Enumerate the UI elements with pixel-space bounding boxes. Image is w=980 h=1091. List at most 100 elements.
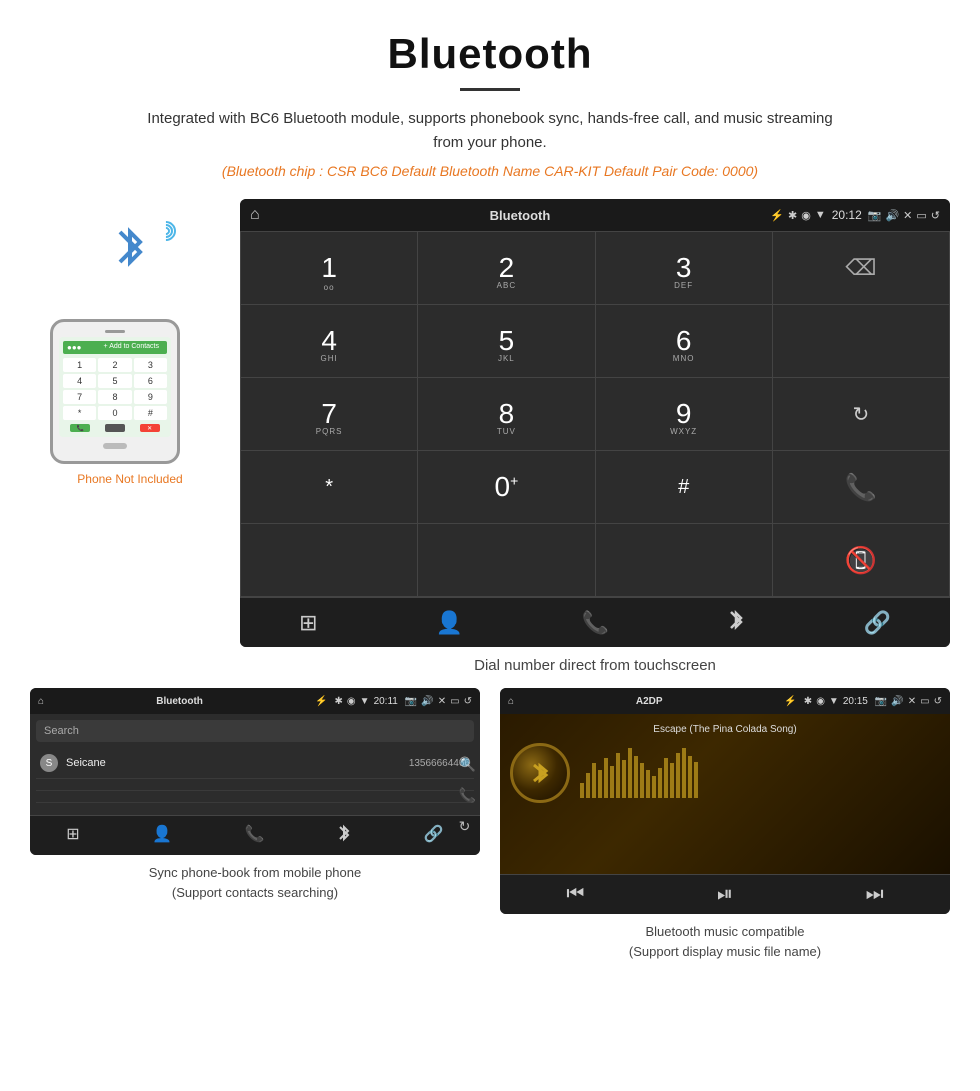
key-star[interactable]: * — [241, 451, 417, 523]
phonebook-caption: Sync phone-book from mobile phone (Suppo… — [149, 863, 361, 902]
phonebook-screen: ⌂ Bluetooth ⚡ ✱ ◉ ▼ 20:11 📷 🔊 ✕ ▭ ↺ Sear… — [30, 688, 480, 855]
pb-cam-icon[interactable]: 📷 — [405, 696, 417, 707]
phone-key-5: 5 — [98, 374, 131, 388]
pb-home-icon[interactable]: ⌂ — [38, 696, 44, 707]
pb-back-icon[interactable]: ↺ — [464, 696, 472, 707]
key-8[interactable]: 8 TUV — [418, 378, 594, 450]
toolbar-person-icon[interactable]: 👤 — [436, 610, 463, 636]
pb-toolbar-link[interactable]: 🔗 — [424, 824, 444, 847]
keypad-area: 1 oo 2 ABC 3 DEF ⌫ 4 GHI — [240, 231, 950, 597]
call-red-icon: 📵 — [845, 545, 877, 576]
music-toolbar: ⏮ ⏯ ⏭ — [500, 874, 950, 914]
phone-key-7: 7 — [63, 390, 96, 404]
key-5[interactable]: 5 JKL — [418, 305, 594, 377]
dial-screen-section: ⌂ Bluetooth ⚡ ✱ ◉ ▼ 20:12 📷 🔊 ✕ ▭ ↺ — [240, 199, 950, 688]
subtitle-text: Integrated with BC6 Bluetooth module, su… — [140, 107, 840, 155]
phonebook-block: ⌂ Bluetooth ⚡ ✱ ◉ ▼ 20:11 📷 🔊 ✕ ▭ ↺ Sear… — [30, 688, 480, 961]
pb-sig-icon: ▼ — [360, 696, 370, 707]
main-content: ●●● + Add to Contacts 1 2 3 4 5 6 7 8 9 … — [0, 199, 980, 688]
music-bar — [592, 763, 596, 798]
music-bt-icon: ✱ — [804, 696, 812, 707]
phonebook-body: Search S Seicane 13566664466 🔍 📞 ↻ — [30, 714, 480, 855]
key-4[interactable]: 4 GHI — [241, 305, 417, 377]
music-bar — [646, 770, 650, 798]
dial-close-icon[interactable]: ✕ — [903, 209, 912, 222]
music-bar — [670, 763, 674, 798]
music-back-icon[interactable]: ↺ — [934, 696, 942, 707]
phone-key-9: 9 — [134, 390, 167, 404]
music-bar — [598, 770, 602, 798]
dial-camera-icon[interactable]: 📷 — [868, 209, 882, 222]
backspace-icon[interactable]: ⌫ — [845, 255, 876, 281]
music-bar — [658, 768, 662, 798]
key-0[interactable]: 0+ — [418, 451, 594, 523]
music-next-icon[interactable]: ⏭ — [866, 883, 884, 906]
title-section: Bluetooth Integrated with BC6 Bluetooth … — [0, 0, 980, 199]
dial-window-icon[interactable]: ▭ — [916, 209, 926, 222]
phone-not-included-label: Phone Not Included — [77, 472, 182, 486]
music-cam-icon[interactable]: 📷 — [875, 696, 887, 707]
dial-time: 20:12 — [832, 208, 862, 222]
key-empty-5 — [596, 524, 772, 596]
phone-bottom-bar: 📞 ✕ — [63, 424, 167, 432]
phone-mockup: ●●● + Add to Contacts 1 2 3 4 5 6 7 8 9 … — [50, 319, 180, 464]
toolbar-bt-icon[interactable] — [727, 608, 745, 637]
music-loc-icon: ◉ — [816, 696, 825, 707]
phone-key-1: 1 — [63, 358, 96, 372]
music-prev-icon[interactable]: ⏮ — [566, 883, 584, 906]
music-sig-icon: ▼ — [829, 696, 839, 707]
toolbar-phone-icon[interactable]: 📞 — [582, 610, 609, 636]
key-6[interactable]: 6 MNO — [596, 305, 772, 377]
music-bar — [610, 766, 614, 798]
phone-screen: ●●● + Add to Contacts 1 2 3 4 5 6 7 8 9 … — [59, 337, 171, 437]
pb-win-icon[interactable]: ▭ — [450, 696, 459, 707]
music-playpause-icon[interactable]: ⏯ — [717, 883, 733, 906]
refresh-icon: ↻ — [852, 402, 869, 427]
dial-location-icon: ◉ — [801, 209, 811, 222]
key-7[interactable]: 7 PQRS — [241, 378, 417, 450]
contact-name: Seicane — [66, 757, 409, 769]
key-hash[interactable]: # — [596, 451, 772, 523]
key-refresh[interactable]: ↻ — [773, 378, 949, 450]
pb-refresh-icon[interactable]: ↻ — [459, 818, 476, 835]
music-close-icon[interactable]: ✕ — [908, 696, 916, 707]
key-1[interactable]: 1 oo — [241, 232, 417, 304]
dial-back-icon[interactable]: ↺ — [931, 209, 940, 222]
pb-time: 20:11 — [374, 696, 398, 707]
key-9[interactable]: 9 WXYZ — [596, 378, 772, 450]
music-bar — [676, 753, 680, 798]
key-call-red[interactable]: 📵 — [773, 524, 949, 596]
dial-volume-icon[interactable]: 🔊 — [885, 209, 899, 222]
call-green-icon: 📞 — [845, 472, 877, 503]
pb-toolbar-person[interactable]: 👤 — [152, 824, 172, 847]
search-bar[interactable]: Search — [36, 720, 474, 742]
pb-toolbar-bt[interactable] — [337, 824, 351, 847]
pb-toolbar-phone[interactable]: 📞 — [245, 824, 265, 847]
phone-home-btn — [103, 443, 127, 449]
key-empty-3 — [241, 524, 417, 596]
toolbar-grid-icon[interactable]: ⊞ — [299, 610, 317, 636]
dial-bt-icon: ✱ — [788, 209, 797, 222]
dial-home-icon[interactable]: ⌂ — [250, 206, 260, 224]
key-empty-2 — [773, 305, 949, 377]
phone-key-2: 2 — [98, 358, 131, 372]
pb-call-icon[interactable]: 📞 — [459, 787, 476, 804]
pb-vol-icon[interactable]: 🔊 — [421, 696, 433, 707]
music-win-icon[interactable]: ▭ — [920, 696, 929, 707]
music-status-bar: ⌂ A2DP ⚡ ✱ ◉ ▼ 20:15 📷 🔊 ✕ ▭ ↺ — [500, 688, 950, 714]
pb-toolbar-grid[interactable]: ⊞ — [66, 824, 79, 847]
pb-status-bar: ⌂ Bluetooth ⚡ ✱ ◉ ▼ 20:11 📷 🔊 ✕ ▭ ↺ — [30, 688, 480, 714]
pb-search-icon[interactable]: 🔍 — [459, 756, 476, 773]
toolbar-link-icon[interactable]: 🔗 — [863, 610, 890, 636]
music-vol-icon[interactable]: 🔊 — [891, 696, 903, 707]
key-2[interactable]: 2 ABC — [418, 232, 594, 304]
key-3[interactable]: 3 DEF — [596, 232, 772, 304]
key-call-green[interactable]: 📞 — [773, 451, 949, 523]
contact-row[interactable]: S Seicane 13566664466 — [36, 748, 474, 779]
phone-illustration: ●●● + Add to Contacts 1 2 3 4 5 6 7 8 9 … — [30, 199, 230, 486]
dial-signal-icon: ▼ — [815, 209, 826, 221]
dial-screen-title: Bluetooth — [270, 208, 771, 223]
pb-close-icon[interactable]: ✕ — [438, 696, 446, 707]
music-home-icon[interactable]: ⌂ — [508, 696, 514, 707]
dial-status-icons: ✱ ◉ ▼ — [788, 209, 826, 222]
